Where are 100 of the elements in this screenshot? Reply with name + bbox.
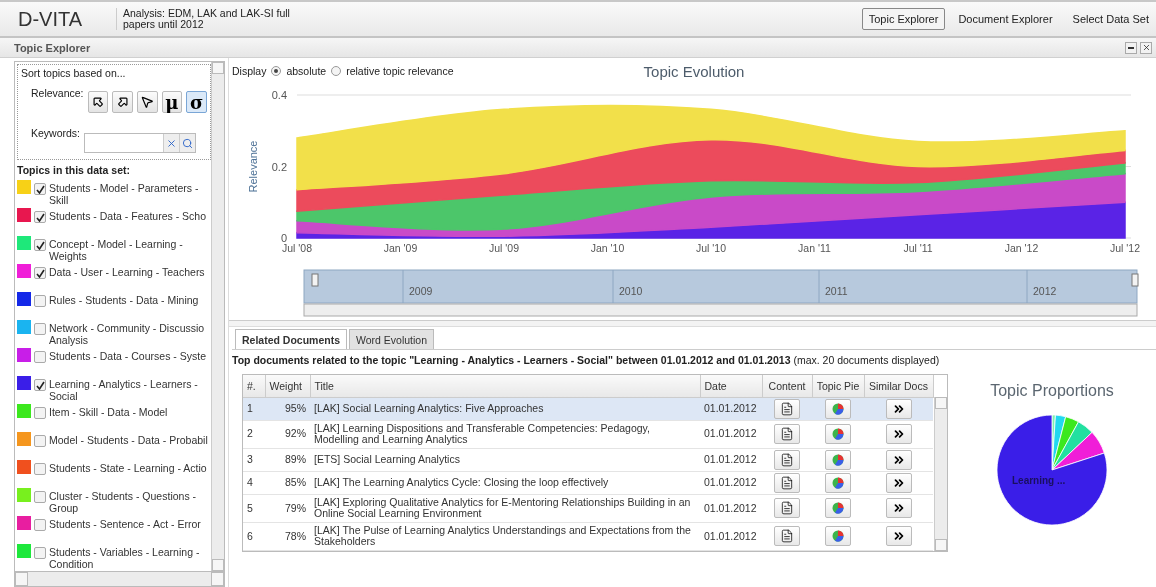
content-button[interactable] bbox=[774, 424, 800, 445]
topic-pie-button[interactable] bbox=[825, 498, 851, 519]
content-button[interactable] bbox=[774, 498, 800, 519]
sort-button[interactable]: μ bbox=[161, 91, 183, 113]
table-cell: 6 bbox=[243, 522, 265, 551]
radio-button[interactable] bbox=[331, 66, 342, 76]
content-button[interactable] bbox=[774, 449, 800, 470]
topic-checkbox[interactable] bbox=[34, 183, 46, 195]
column-header[interactable]: Title bbox=[310, 375, 700, 397]
scrollbar[interactable] bbox=[933, 397, 947, 551]
content-button[interactable] bbox=[774, 526, 800, 547]
scrollbar[interactable] bbox=[14, 572, 225, 587]
table-cell: [LAK] Exploring Qualitative Analytics for E-Mentoring Relationships Building in an Online Social Learning Environment bbox=[310, 494, 700, 523]
table-row[interactable]: 4 85% [LAK] The Learning Analytics Cycle: Closing the loop effectively 01.01.2012 bbox=[243, 471, 933, 495]
document-icon bbox=[780, 475, 794, 490]
table-cell: [LAK] Social Learning Analytics: Five Approaches bbox=[310, 397, 700, 421]
content-button[interactable] bbox=[774, 472, 800, 493]
navigator-year-label: 2012 bbox=[1033, 285, 1057, 297]
topic-label: Model - Students - Data - Probabil bbox=[49, 435, 209, 447]
content-button[interactable] bbox=[774, 398, 800, 419]
column-header[interactable]: Similar Docs bbox=[864, 375, 933, 397]
range-handle[interactable] bbox=[1131, 273, 1139, 287]
radio-button[interactable] bbox=[271, 66, 282, 76]
slice-label: Learning ... bbox=[1012, 475, 1066, 486]
topic-checkbox[interactable] bbox=[34, 239, 46, 251]
similar-docs-button[interactable] bbox=[885, 449, 912, 470]
topic-checkbox[interactable] bbox=[34, 547, 46, 559]
topic-label: Item - Skill - Data - Model bbox=[49, 407, 169, 419]
close-button[interactable] bbox=[1140, 41, 1152, 54]
table-cell: 01.01.2012 bbox=[700, 522, 762, 551]
axis-tick-label: Jan '11 bbox=[798, 242, 831, 254]
topic-checkbox[interactable] bbox=[34, 351, 46, 363]
sort-button[interactable] bbox=[112, 91, 133, 113]
column-header[interactable]: Content bbox=[762, 375, 812, 397]
table-cell: [LAK] Learning Dispositions and Transferable Competencies: Pedagogy, Modelling and Learning Analytics bbox=[310, 420, 700, 449]
topic-checkbox[interactable] bbox=[34, 295, 46, 307]
checkmark-icon bbox=[35, 380, 45, 390]
topic-label: Cluster - Students - Questions - Group bbox=[49, 491, 198, 514]
similar-docs-button[interactable] bbox=[885, 424, 912, 445]
column-header[interactable]: Topic Pie bbox=[812, 375, 864, 397]
column-header[interactable]: Date bbox=[700, 375, 762, 397]
minimize-button[interactable] bbox=[1125, 41, 1137, 54]
topic-pie-button[interactable] bbox=[825, 526, 851, 547]
scrollbar[interactable] bbox=[211, 62, 224, 571]
table-cell: 2 bbox=[243, 420, 265, 449]
sort-button[interactable]: σ bbox=[186, 91, 207, 113]
scrollbar[interactable] bbox=[303, 303, 1138, 317]
sort-button[interactable] bbox=[87, 91, 109, 113]
minimize-icon bbox=[1128, 46, 1134, 49]
table-cell: [LAK] The Pulse of Learning Analytics Understandings and Expectations from the Stakeholders bbox=[310, 522, 700, 551]
table-row[interactable]: 2 92% [LAK] Learning Dispositions and Transferable Competencies: Pedagogy, Modelling and Learning Analytics 01.01.2012 bbox=[243, 420, 933, 449]
topic-checkbox[interactable] bbox=[34, 323, 46, 335]
nav-button[interactable]: Topic Explorer bbox=[861, 8, 946, 30]
topic-checkbox[interactable] bbox=[34, 463, 46, 475]
axis-tick-label: Jan '10 bbox=[590, 242, 625, 254]
keywords-field[interactable] bbox=[84, 133, 197, 153]
pie-icon bbox=[832, 502, 844, 515]
range-handle[interactable] bbox=[311, 273, 319, 287]
search-button[interactable] bbox=[179, 134, 196, 152]
similar-docs-button[interactable] bbox=[885, 472, 912, 493]
table-row[interactable]: 1 95% [LAK] Social Learning Analytics: Five Approaches 01.01.2012 bbox=[243, 397, 933, 421]
table-row[interactable]: 3 89% [ETS] Social Learning Analytics 01.01.2012 bbox=[243, 448, 933, 472]
topic-pie-button[interactable] bbox=[825, 398, 851, 419]
nav-button[interactable]: Select Data Set bbox=[1065, 8, 1156, 30]
clear-icon bbox=[166, 137, 178, 149]
table-row[interactable]: 6 78% [LAK] The Pulse of Learning Analytics Understandings and Expectations from the Stakeholders 01.01.2012 bbox=[243, 522, 933, 551]
table-row[interactable]: 5 79% [LAK] Exploring Qualitative Analytics for E-Mentoring Relationships Building in an Online Social Learning Environment 01.01.2012 bbox=[243, 494, 933, 523]
table-cell: 4 bbox=[243, 471, 265, 495]
topic-pie-button[interactable] bbox=[825, 424, 851, 445]
similar-docs-button[interactable] bbox=[885, 526, 912, 547]
tab[interactable]: Word Evolution bbox=[349, 329, 435, 349]
sort-button[interactable] bbox=[136, 91, 158, 113]
topic-pie-button[interactable] bbox=[825, 472, 851, 493]
column-header[interactable]: #. bbox=[243, 375, 265, 397]
topic-checkbox[interactable] bbox=[34, 379, 46, 391]
topic-label: Network - Community - Discussio Analysis bbox=[49, 323, 206, 346]
display-label: Display bbox=[232, 65, 267, 77]
topic-checkbox[interactable] bbox=[34, 407, 46, 419]
topic-checkbox[interactable] bbox=[34, 491, 46, 503]
topic-label: Students - Model - Parameters - Skill bbox=[49, 183, 200, 206]
topic-checkbox[interactable] bbox=[34, 267, 46, 279]
navigator-year-label: 2011 bbox=[825, 285, 848, 297]
table-cell: 92% bbox=[265, 420, 310, 449]
clear-button[interactable] bbox=[163, 134, 180, 152]
similar-docs-button[interactable] bbox=[885, 498, 912, 519]
topic-pie-button[interactable] bbox=[825, 449, 851, 470]
topic-checkbox[interactable] bbox=[34, 435, 46, 447]
table-cell: 01.01.2012 bbox=[700, 494, 762, 523]
similar-docs-button[interactable] bbox=[885, 398, 912, 419]
column-header[interactable]: Weight bbox=[265, 375, 310, 397]
tab[interactable]: Related Documents bbox=[235, 329, 348, 349]
document-icon bbox=[780, 401, 794, 416]
document-icon bbox=[780, 452, 794, 467]
topic-checkbox[interactable] bbox=[34, 519, 46, 531]
documents-heading: Top documents related to the topic "Learning - Analytics - Learners - Social" between 01.01.2012 and 01.01.2013 (max. 20 documents displayed) bbox=[232, 354, 941, 366]
checkmark-icon bbox=[35, 240, 45, 250]
topic-label: Students - Data - Features - Scho bbox=[49, 211, 207, 223]
nav-button[interactable]: Document Explorer bbox=[951, 8, 1060, 30]
checkmark-icon bbox=[35, 268, 45, 278]
topic-checkbox[interactable] bbox=[34, 211, 46, 223]
